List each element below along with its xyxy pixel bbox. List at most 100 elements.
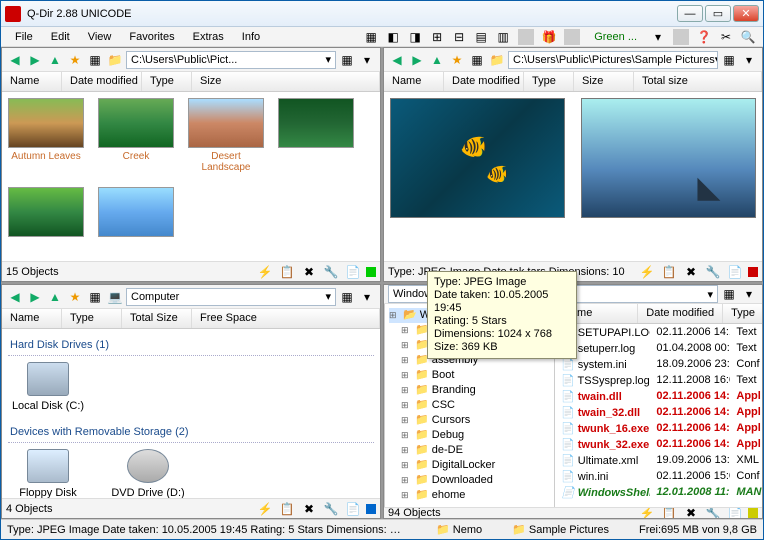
file-row[interactable]: 📄 twain.dll02.11.2006 14:...Appl <box>555 388 763 404</box>
dropdown-icon[interactable]: ▾ <box>649 28 667 46</box>
star-icon[interactable]: ★ <box>66 51 84 69</box>
header-name[interactable]: Name <box>384 72 444 91</box>
drive-item[interactable]: Floppy Disk Drive (A:) <box>8 449 88 498</box>
back-icon[interactable]: ◀ <box>6 288 24 306</box>
tree-node[interactable]: 📁 de-DE <box>401 443 550 458</box>
column-headers[interactable]: Name Date modified Type <box>555 304 763 324</box>
star-icon[interactable]: ★ <box>66 288 84 306</box>
menu-view[interactable]: View <box>80 29 120 45</box>
address-bar[interactable]: C:\Users\Public\Pict...▾ <box>126 51 336 69</box>
thumbnail-item[interactable] <box>278 98 354 173</box>
dropdown-icon[interactable]: ▾ <box>358 288 376 306</box>
header-totalsize[interactable]: Total size <box>634 72 762 91</box>
drive-item[interactable]: DVD Drive (D:) CD_ROM <box>108 449 188 498</box>
menu-info[interactable]: Info <box>234 29 268 45</box>
color-indicator[interactable] <box>366 504 376 514</box>
close-button[interactable]: ✕ <box>733 5 759 22</box>
toolbar-icon[interactable]: ▥ <box>494 28 512 46</box>
toolbar-icon[interactable]: ⊟ <box>450 28 468 46</box>
menu-favorites[interactable]: Favorites <box>121 29 182 45</box>
tree-node[interactable]: 📁 Branding <box>401 383 550 398</box>
tool-icon[interactable]: ✂ <box>717 28 735 46</box>
toolbar-icon[interactable]: ⊞ <box>428 28 446 46</box>
titlebar[interactable]: Q-Dir 2.88 UNICODE — ▭ ✕ <box>1 1 763 27</box>
tool-icon[interactable]: 🔍 <box>739 28 757 46</box>
view-icon[interactable]: ▦ <box>338 288 356 306</box>
thumbnail-item[interactable]: Desert Landscape <box>188 98 264 173</box>
column-headers[interactable]: Name Date modified Type Size <box>2 72 380 92</box>
header-type[interactable]: Type <box>524 72 574 91</box>
green-menu[interactable]: Green ... <box>586 29 645 45</box>
file-row[interactable]: 📄 twunk_32.exe02.11.2006 14:...Appl <box>555 436 763 452</box>
view-icon[interactable]: ▦ <box>338 51 356 69</box>
thumbnail-item[interactable]: Autumn Leaves <box>8 98 84 173</box>
menu-file[interactable]: File <box>7 29 41 45</box>
file-list[interactable]: 📄 SETUPAPI.LOG02.11.2006 14:16Text📄 setu… <box>555 324 763 500</box>
tree-node[interactable]: 📁 Downloaded <box>401 473 550 488</box>
toolbar-icon[interactable]: ▦ <box>362 28 380 46</box>
header-size[interactable]: Size <box>192 72 380 91</box>
dropdown-icon[interactable]: ▾ <box>740 285 758 303</box>
back-icon[interactable]: ◀ <box>388 51 406 69</box>
thumbnail-item[interactable]: Creek <box>98 98 174 173</box>
thumbnail-item[interactable]: 🐠🐠 <box>390 98 565 218</box>
tool-icon[interactable]: 🔧 <box>704 263 722 281</box>
tool-icon[interactable]: ⚡ <box>638 263 656 281</box>
tool-icon[interactable]: ✖ <box>300 500 318 518</box>
tool-icon[interactable]: 📄 <box>726 507 744 518</box>
dropdown-icon[interactable]: ▾ <box>358 51 376 69</box>
up-icon[interactable]: ▲ <box>428 51 446 69</box>
header-size[interactable]: Size <box>574 72 634 91</box>
file-row[interactable]: 📄 SETUPAPI.LOG02.11.2006 14:16Text <box>555 324 763 340</box>
tool-icon[interactable]: 🔧 <box>322 500 340 518</box>
star-icon[interactable]: ★ <box>448 51 466 69</box>
thumbnail-item[interactable] <box>8 187 84 240</box>
computer-icon[interactable]: 💻 <box>106 288 124 306</box>
folder-icon[interactable]: 📁 <box>106 51 124 69</box>
group-header[interactable]: Devices with Removable Storage (2) <box>8 422 374 443</box>
tool-icon[interactable]: ⚡ <box>638 507 656 518</box>
tool-icon[interactable]: ✖ <box>682 263 700 281</box>
up-icon[interactable]: ▲ <box>46 51 64 69</box>
header-name[interactable]: Name <box>2 309 62 328</box>
tool-icon[interactable]: 🔧 <box>322 263 340 281</box>
color-indicator[interactable] <box>748 508 758 518</box>
tool-icon[interactable]: 📄 <box>726 263 744 281</box>
header-date[interactable]: Date modified <box>62 72 142 91</box>
header-type[interactable]: Type <box>723 304 763 323</box>
file-row[interactable]: 📄 Ultimate.xml19.09.2006 13:41XML <box>555 452 763 468</box>
menu-extras[interactable]: Extras <box>185 29 232 45</box>
file-row[interactable]: 📄 system.ini18.09.2006 23:46Conf <box>555 356 763 372</box>
color-indicator[interactable] <box>366 267 376 277</box>
header-type[interactable]: Type <box>62 309 122 328</box>
drive-item[interactable]: Local Disk (C:) <box>8 362 88 412</box>
tool-icon[interactable]: 📄 <box>344 500 362 518</box>
file-row[interactable]: 📄 WindowsShell.Ma...12.01.2008 11:...MAN <box>555 484 763 500</box>
toolbar-icon[interactable]: ▤ <box>472 28 490 46</box>
tree-node[interactable]: 📁 Debug <box>401 428 550 443</box>
views-icon[interactable]: ▦ <box>468 51 486 69</box>
color-indicator[interactable] <box>748 267 758 277</box>
pane-content[interactable]: Autumn Leaves Creek Desert Landscape <box>2 92 380 261</box>
group-header[interactable]: Hard Disk Drives (1) <box>8 335 374 356</box>
dropdown-icon[interactable]: ▾ <box>740 51 758 69</box>
minimize-button[interactable]: — <box>677 5 703 22</box>
header-freespace[interactable]: Free Space <box>192 309 380 328</box>
tool-icon[interactable]: 📋 <box>278 263 296 281</box>
file-row[interactable]: 📄 TSSysprep.log12.11.2008 16:03Text <box>555 372 763 388</box>
file-row[interactable]: 📄 setuperr.log01.04.2008 00:51Text <box>555 340 763 356</box>
tree-node[interactable]: 📁 Cursors <box>401 413 550 428</box>
pane-content[interactable]: 🐠🐠 ◣ <box>384 92 762 261</box>
tree-node[interactable]: 📁 Boot <box>401 368 550 383</box>
address-bar[interactable]: C:\Users\Public\Pictures\Sample Pictures… <box>508 51 718 69</box>
header-totalsize[interactable]: Total Size <box>122 309 192 328</box>
tree-node[interactable]: 📁 DigitalLocker <box>401 458 550 473</box>
forward-icon[interactable]: ▶ <box>26 288 44 306</box>
header-date[interactable]: Date modified <box>638 304 723 323</box>
maximize-button[interactable]: ▭ <box>705 5 731 22</box>
file-row[interactable]: 📄 twunk_16.exe02.11.2006 14:...Appl <box>555 420 763 436</box>
header-date[interactable]: Date modified <box>444 72 524 91</box>
tree-node[interactable]: 📁 CSC <box>401 398 550 413</box>
file-row[interactable]: 📄 twain_32.dll02.11.2006 14:...Appl <box>555 404 763 420</box>
tool-icon[interactable]: 📄 <box>344 263 362 281</box>
